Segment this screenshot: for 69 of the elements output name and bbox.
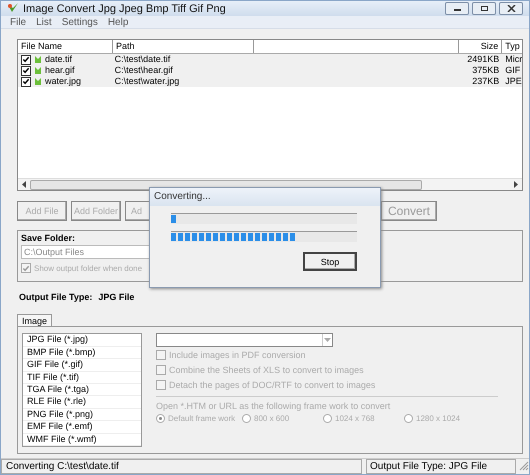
table-cell-text: C:\test\date.tif <box>114 54 172 66</box>
format-option[interactable]: JPG File (*.jpg) <box>23 334 141 347</box>
checkbox[interactable] <box>156 365 166 376</box>
close-button[interactable] <box>499 2 523 16</box>
column-header[interactable]: Typ <box>502 40 522 54</box>
radio-button[interactable] <box>404 414 413 424</box>
format-option[interactable]: BMP File (*.bmp) <box>23 346 141 360</box>
window-title: Image Convert Jpg Jpeg Bmp Tiff Gif Png <box>23 2 226 15</box>
checkbox[interactable] <box>21 66 31 76</box>
format-option[interactable]: RLE File (*.rle) <box>23 396 141 409</box>
menu-item[interactable]: Help <box>108 16 128 28</box>
output-type-value: JPG File <box>98 292 134 302</box>
checkbox[interactable] <box>21 54 31 65</box>
checkbox-label: Include images in PDF conversion <box>169 350 306 360</box>
checkbox-label: Combine the Sheets of XLS to convert to images <box>169 365 364 376</box>
format-option[interactable]: TIF File (*.tif) <box>23 372 141 384</box>
resize-grip-icon <box>519 461 529 472</box>
table-cell-text: C:\test\water.jpg <box>114 76 180 88</box>
maximize-button[interactable] <box>472 2 496 16</box>
menu-item[interactable]: Settings <box>62 16 98 28</box>
format-option[interactable]: EMF File (*.emf) <box>23 421 141 434</box>
file-name: water.jpg <box>45 76 82 88</box>
menu-item[interactable]: List <box>36 16 52 28</box>
scroll-right-icon[interactable] <box>513 181 519 188</box>
checkbox-label: Detach the pages of DOC/RTF to convert to images <box>169 380 376 390</box>
checkbox[interactable] <box>21 263 31 274</box>
dialog-title: Converting... <box>150 188 380 206</box>
checkbox[interactable] <box>21 76 31 87</box>
checkbox[interactable] <box>156 380 166 390</box>
table-cell-text: JPE <box>504 76 522 88</box>
checkbox[interactable] <box>156 350 166 360</box>
save-folder-label: Save Folder: <box>21 233 76 244</box>
stop-button[interactable]: Stop <box>303 252 357 271</box>
tab[interactable]: Image <box>17 314 52 326</box>
file-icon <box>33 76 43 87</box>
table-cell-text: C:\test\hear.gif <box>114 65 174 76</box>
status-text: Output File Type: JPG File <box>366 458 516 474</box>
checkbox-label: Show output folder when done <box>34 264 142 273</box>
column-header[interactable]: Path <box>112 40 254 54</box>
frame-label: Open *.HTM or URL as the following frame work to convert <box>156 401 392 414</box>
radio-button[interactable] <box>156 414 165 424</box>
table-cell-text: GIF <box>504 65 522 76</box>
maximize-icon <box>480 5 488 12</box>
table-cell-text: 2491KB <box>466 54 500 66</box>
format-option[interactable]: WMF File (*.wmf) <box>23 434 141 446</box>
table-cell-text: 375KB <box>471 65 500 76</box>
output-type-label: Output File Type: <box>19 292 92 302</box>
table-cell-text: 237KB <box>471 76 500 88</box>
close-icon <box>506 5 516 12</box>
column-header[interactable]: File Name <box>18 40 113 54</box>
radio-button[interactable] <box>242 414 251 424</box>
table-cell-text: Micr <box>504 54 522 66</box>
status-text: Converting C:\test\date.tif <box>1 458 362 474</box>
dropdown[interactable] <box>156 333 333 348</box>
format-option[interactable]: GIF File (*.gif) <box>23 359 141 372</box>
column-header[interactable]: Size <box>458 40 502 54</box>
format-option[interactable]: TGA File (*.tga) <box>23 384 141 396</box>
scroll-left-icon[interactable] <box>21 181 27 188</box>
radio-label: 800 x 600 <box>254 414 290 424</box>
format-option[interactable]: PNG File (*.png) <box>23 408 141 422</box>
minimize-button[interactable] <box>445 2 469 16</box>
file-name: hear.gif <box>45 65 75 76</box>
file-name: date.tif <box>45 54 72 66</box>
radio-label: 1280 x 1024 <box>416 414 460 424</box>
radio-label: Default frame work <box>168 414 236 424</box>
radio-button[interactable] <box>323 414 332 424</box>
menu-item[interactable]: File <box>10 16 26 28</box>
caret-icon <box>322 334 332 346</box>
radio-label: 1024 x 768 <box>335 414 375 424</box>
